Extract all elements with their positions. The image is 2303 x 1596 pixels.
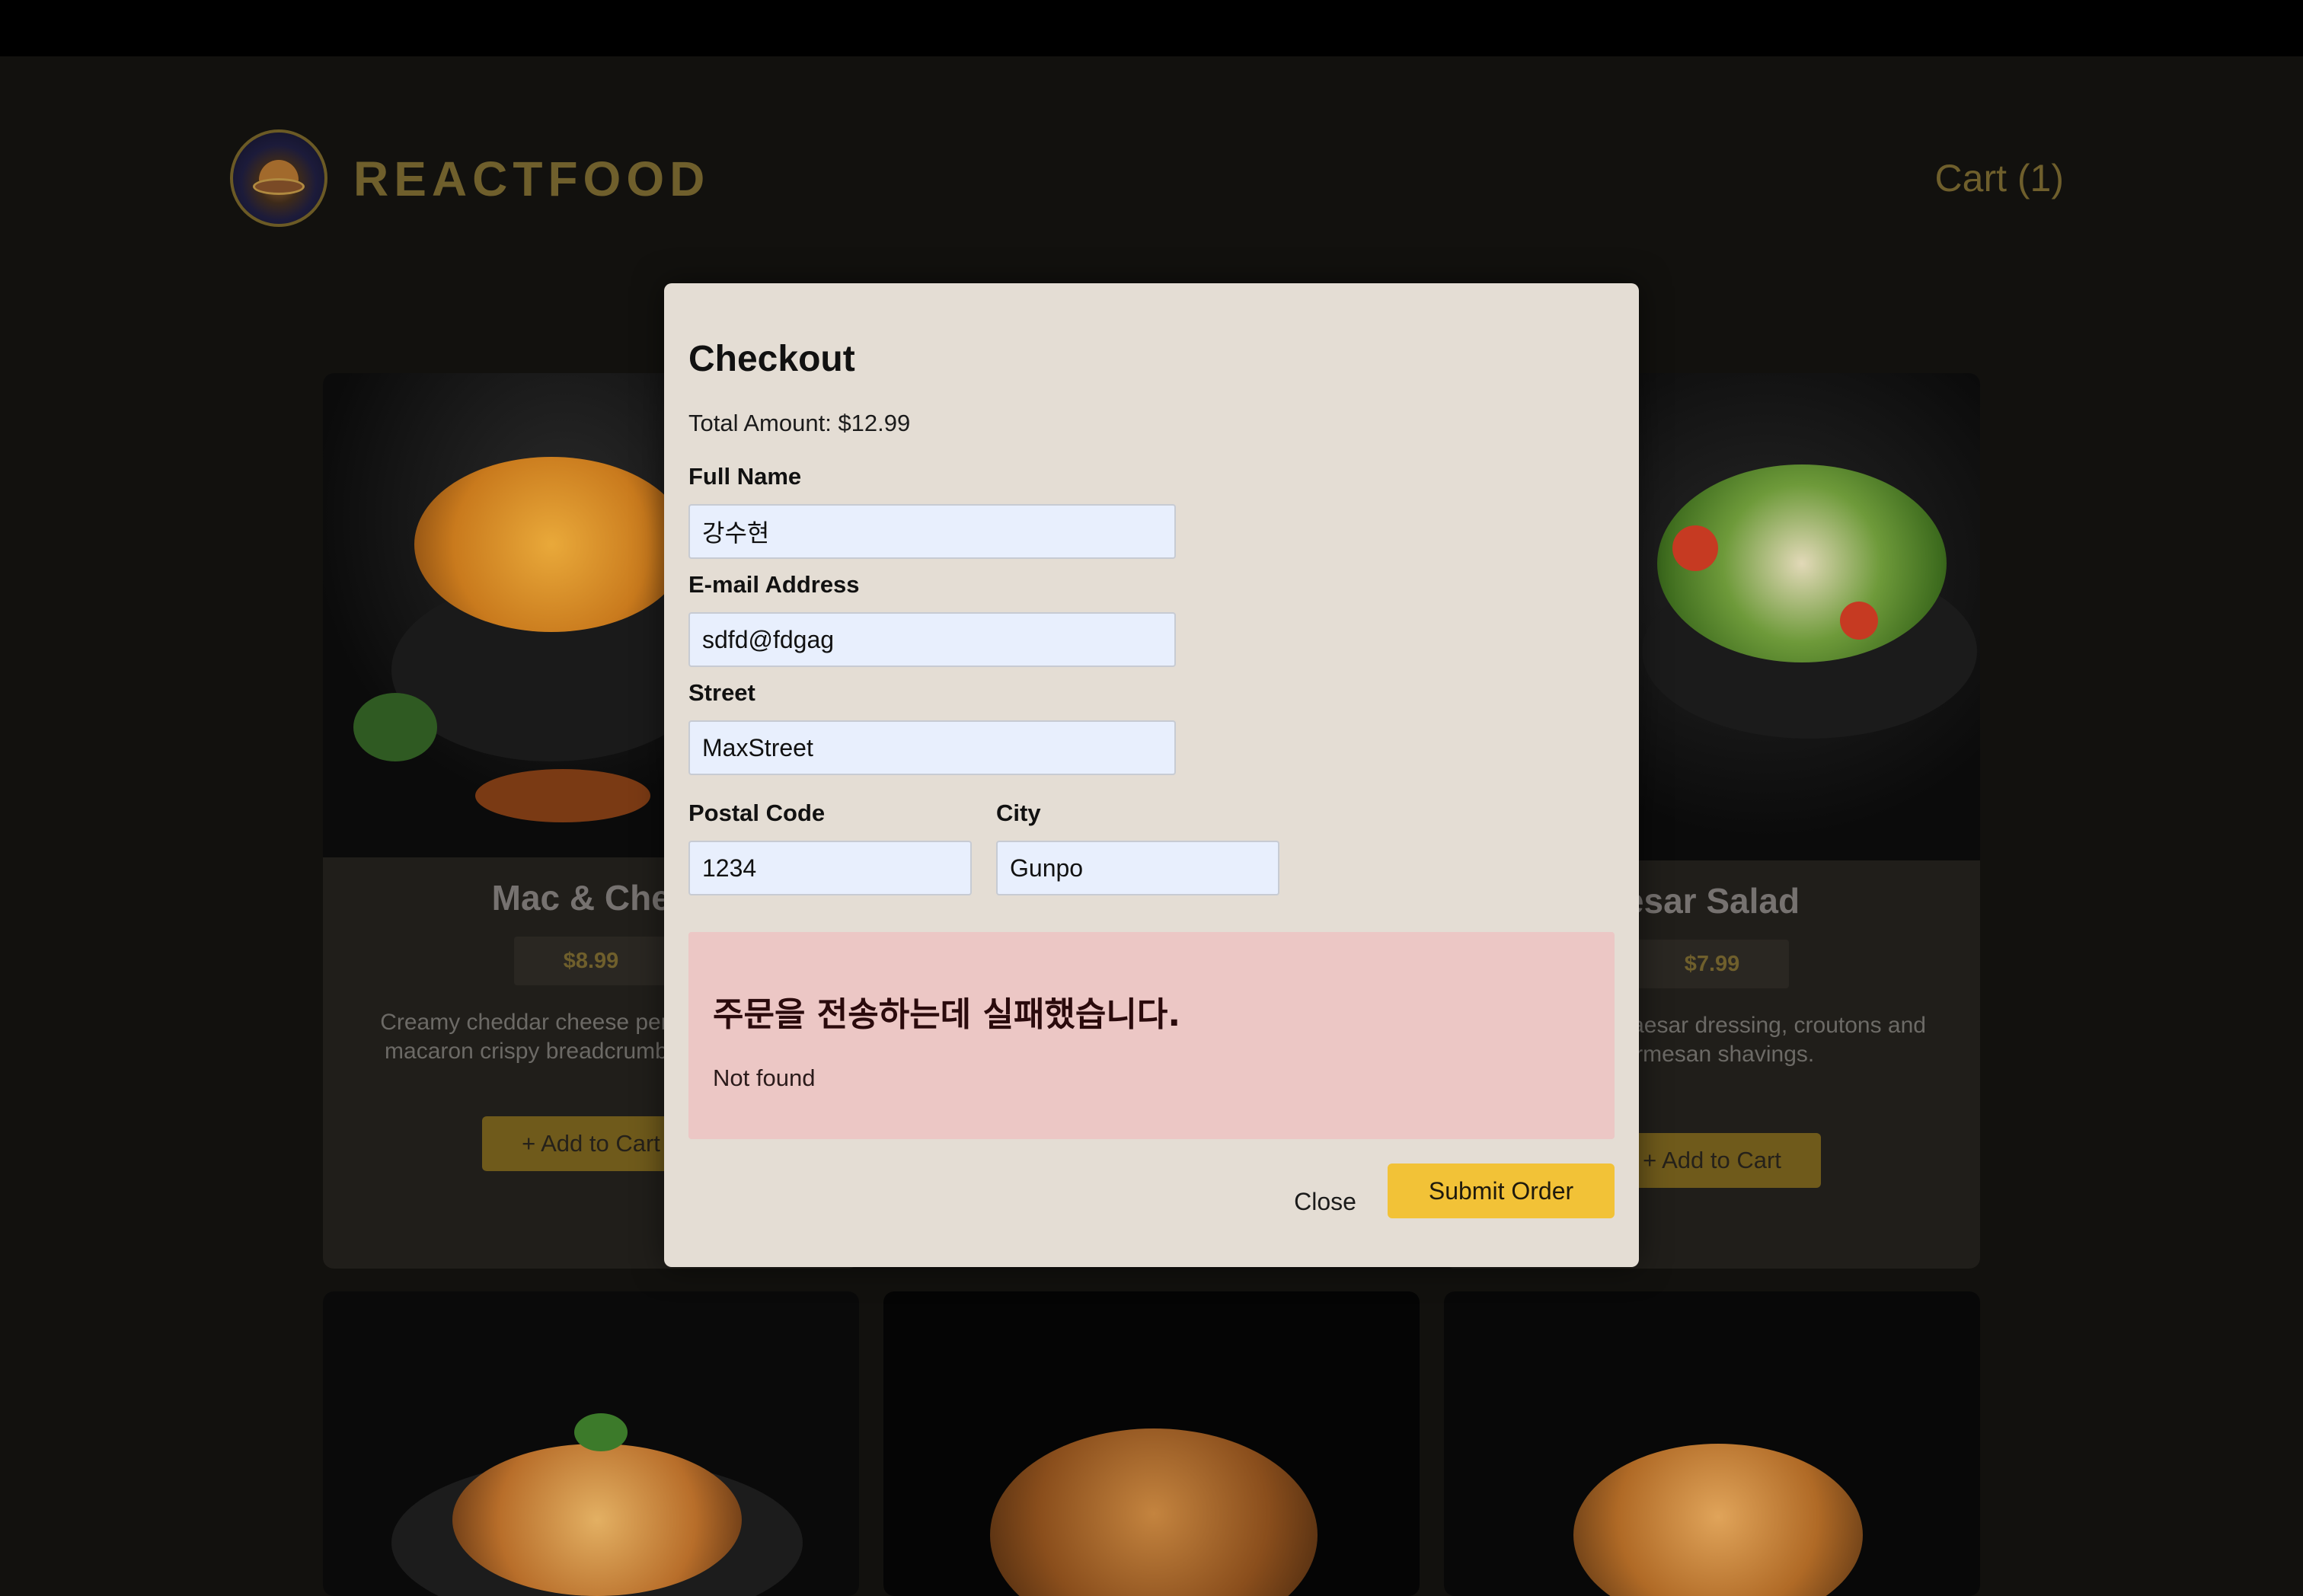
postal-code-label: Postal Code	[688, 800, 826, 826]
modal-title: Checkout	[688, 339, 855, 379]
meal-card	[1444, 1291, 1980, 1596]
browser-top-bar	[0, 0, 2303, 56]
error-message: Not found	[713, 1065, 816, 1091]
meal-price: $7.99	[1635, 940, 1789, 988]
meal-image	[323, 1291, 859, 1596]
meal-image	[883, 1291, 1420, 1596]
total-amount: Total Amount: $12.99	[688, 410, 911, 436]
full-name-label: Full Name	[688, 463, 802, 490]
checkout-modal: Checkout Total Amount: $12.99 Full Name …	[664, 283, 1639, 1267]
city-input[interactable]	[996, 841, 1279, 895]
meal-card	[323, 1291, 859, 1596]
error-title: 주문을 전송하는데 실패했습니다.	[713, 995, 1181, 1034]
meal-image	[1444, 1291, 1980, 1596]
close-button[interactable]: Close	[1279, 1174, 1371, 1229]
meal-price: $8.99	[514, 937, 668, 985]
city-label: City	[996, 800, 1041, 826]
submit-order-button[interactable]: Submit Order	[1388, 1163, 1615, 1218]
postal-code-input[interactable]	[688, 841, 972, 895]
error-message-box: 주문을 전송하는데 실패했습니다. Not found	[688, 932, 1615, 1139]
brand-title: REACTFOOD	[353, 152, 711, 206]
full-name-input[interactable]	[688, 504, 1176, 559]
site-header: REACTFOOD Cart (1)	[0, 56, 2303, 300]
street-label: Street	[688, 679, 755, 706]
cart-button[interactable]: Cart (1)	[1935, 156, 2064, 200]
email-input[interactable]	[688, 612, 1176, 667]
email-label: E-mail Address	[688, 571, 860, 598]
logo-icon	[230, 129, 327, 227]
street-input[interactable]	[688, 720, 1176, 775]
meal-card	[883, 1291, 1420, 1596]
